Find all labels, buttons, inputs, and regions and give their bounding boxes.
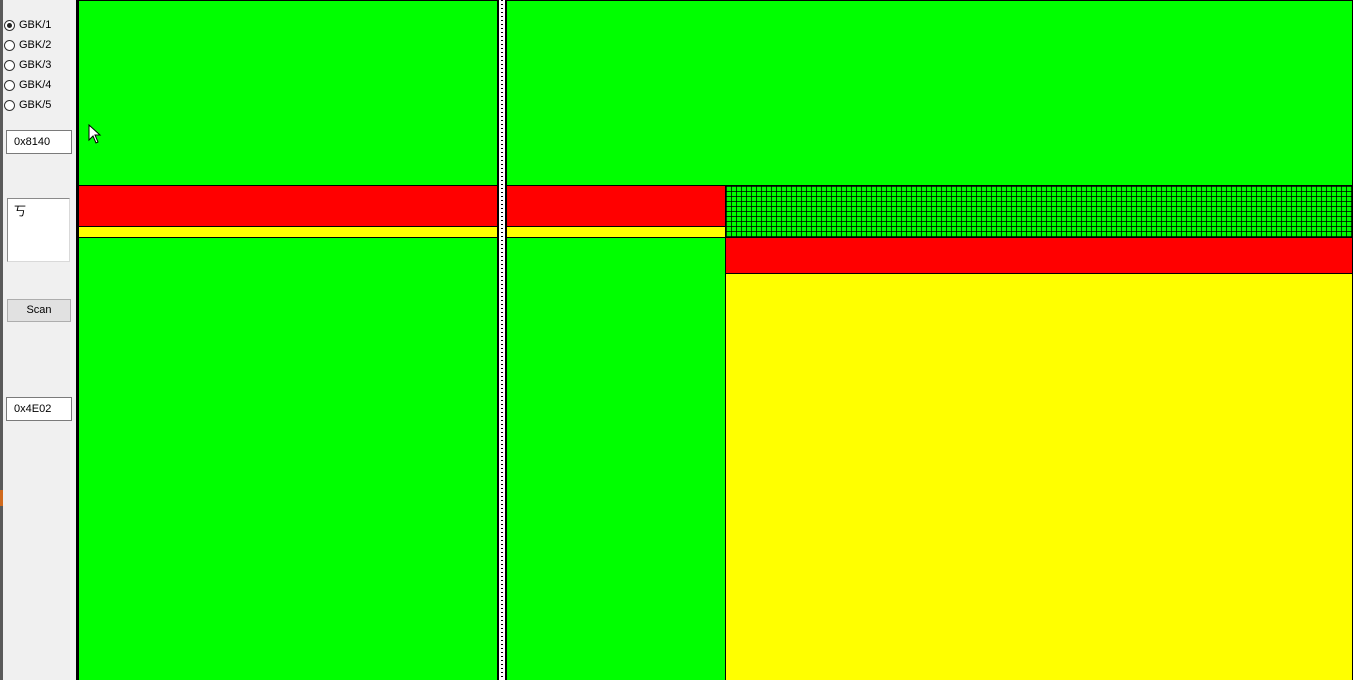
radio-checked-icon[interactable] — [4, 19, 15, 31]
radio-label-gbk-5: GBK/5 — [19, 99, 52, 111]
scan-button[interactable]: Scan — [7, 299, 71, 322]
valid-region-block — [78, 237, 498, 680]
radio-label-gbk-2: GBK/2 — [19, 39, 52, 51]
invalid-region-block — [506, 185, 726, 227]
mouse-pointer-icon — [88, 124, 102, 144]
radio-unchecked-icon[interactable] — [4, 79, 15, 91]
cell-grid-region — [725, 185, 1353, 238]
radio-unchecked-icon[interactable] — [4, 59, 15, 71]
app-window: GBK/1 GBK/2 GBK/3 GBK/4 GBK/5 丂 Scan — [0, 0, 1355, 680]
glyph-preview-textarea[interactable]: 丂 — [7, 198, 70, 262]
radio-label-gbk-3: GBK/3 — [19, 59, 52, 71]
partial-region-block — [725, 273, 1353, 680]
radio-gbk-4[interactable]: GBK/4 — [4, 76, 51, 94]
control-sidebar: GBK/1 GBK/2 GBK/3 GBK/4 GBK/5 丂 Scan — [3, 0, 76, 680]
radio-gbk-5[interactable]: GBK/5 — [4, 96, 51, 114]
radio-unchecked-icon[interactable] — [4, 39, 15, 51]
radio-gbk-3[interactable]: GBK/3 — [4, 56, 51, 74]
result-code-input[interactable] — [6, 397, 72, 421]
valid-region-block — [506, 237, 726, 680]
radio-gbk-1[interactable]: GBK/1 — [4, 16, 51, 34]
valid-region-block — [78, 0, 498, 186]
start-code-input[interactable] — [6, 130, 72, 154]
radio-label-gbk-4: GBK/4 — [19, 79, 52, 91]
radio-unchecked-icon[interactable] — [4, 99, 15, 111]
code-map-canvas[interactable] — [76, 0, 1355, 680]
invalid-region-block — [78, 185, 498, 227]
column-divider — [498, 0, 506, 680]
radio-label-gbk-1: GBK/1 — [19, 19, 52, 31]
invalid-region-block — [725, 237, 1353, 274]
radio-gbk-2[interactable]: GBK/2 — [4, 36, 51, 54]
valid-region-block — [506, 0, 1353, 186]
